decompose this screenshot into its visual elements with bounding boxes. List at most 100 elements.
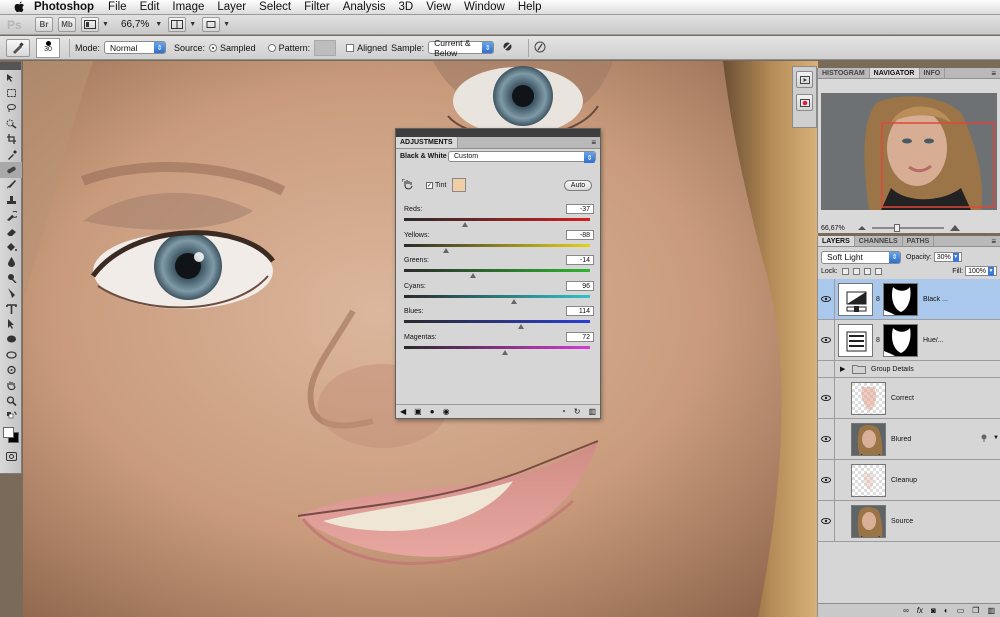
- layer-name[interactable]: Group Details: [871, 366, 914, 373]
- menu-file[interactable]: File: [108, 1, 127, 13]
- adjustment-thumbnail[interactable]: [838, 323, 873, 357]
- slider-track[interactable]: [404, 345, 590, 349]
- zoom-tool[interactable]: [0, 393, 22, 408]
- pattern-picker[interactable]: [314, 39, 337, 56]
- crop-tool[interactable]: [0, 132, 22, 147]
- clip-to-layer-icon[interactable]: ●: [430, 407, 435, 416]
- link-layers-icon[interactable]: ∞: [903, 606, 909, 615]
- menu-window[interactable]: Window: [464, 1, 505, 13]
- chevron-down-icon[interactable]: ▼: [102, 21, 109, 28]
- tool-preset-picker[interactable]: [6, 38, 30, 57]
- layer-row[interactable]: 8 Hue/...: [818, 320, 1000, 361]
- menu-layer[interactable]: Layer: [217, 1, 246, 13]
- tab-info[interactable]: INFO: [920, 68, 946, 78]
- visibility-eye-icon[interactable]: [818, 279, 835, 319]
- layer-group-row[interactable]: ▶ Group Details: [818, 361, 1000, 378]
- slider-value-field[interactable]: -37: [566, 204, 594, 214]
- expand-effects-icon[interactable]: ▼: [993, 435, 999, 441]
- menu-analysis[interactable]: Analysis: [343, 1, 386, 13]
- brush-picker[interactable]: 30: [36, 37, 60, 58]
- foreground-color-swatch[interactable]: [3, 426, 14, 438]
- disclosure-triangle-icon[interactable]: ▶: [840, 365, 848, 373]
- tab-channels[interactable]: CHANNELS: [855, 236, 903, 246]
- layer-thumbnail[interactable]: [851, 504, 886, 538]
- menu-3d[interactable]: 3D: [399, 1, 414, 13]
- back-arrow-icon[interactable]: ◀: [400, 407, 406, 416]
- apple-icon[interactable]: [12, 1, 26, 13]
- new-adjustment-icon[interactable]: ◐: [944, 606, 949, 615]
- visibility-eye-icon[interactable]: [818, 501, 835, 541]
- slider-handle[interactable]: [511, 298, 518, 304]
- bridge-button[interactable]: Br: [35, 17, 53, 32]
- expanded-view-icon[interactable]: ▣: [414, 407, 422, 416]
- sampled-radio[interactable]: [209, 43, 218, 52]
- actions-panel-button[interactable]: [796, 71, 813, 88]
- chain-link-icon[interactable]: 8: [875, 296, 881, 303]
- layer-mask-thumbnail[interactable]: [883, 323, 918, 357]
- chain-link-icon[interactable]: 8: [875, 337, 881, 344]
- slider-value-field[interactable]: 96: [566, 280, 594, 291]
- app-menu[interactable]: Photoshop: [34, 1, 94, 13]
- arrange-documents-button[interactable]: [168, 17, 187, 32]
- zoom-slider-handle[interactable]: [893, 224, 900, 232]
- aligned-checkbox[interactable]: [346, 43, 355, 52]
- mini-bridge-button[interactable]: Mb: [58, 17, 76, 32]
- brush-tool[interactable]: [0, 178, 22, 193]
- layer-name[interactable]: Correct: [891, 395, 914, 402]
- lock-transparency-icon[interactable]: [841, 267, 849, 275]
- chevron-down-icon[interactable]: ▼: [223, 21, 230, 28]
- mode-select[interactable]: Normal ⇕: [104, 41, 167, 54]
- reset-icon[interactable]: ↻: [574, 407, 581, 416]
- visibility-eye-icon[interactable]: [818, 419, 835, 459]
- tab-layers[interactable]: LAYERS: [818, 236, 855, 246]
- blend-mode-select[interactable]: Soft Light ⇕: [821, 250, 901, 264]
- 3d-orbit-tool[interactable]: [0, 362, 22, 377]
- pen-tool[interactable]: [0, 285, 22, 300]
- panel-menu-icon[interactable]: ≡: [991, 68, 996, 78]
- eraser-tool[interactable]: [0, 224, 22, 239]
- slider-handle[interactable]: [461, 222, 468, 227]
- chevron-down-icon[interactable]: ▼: [155, 21, 162, 28]
- add-mask-icon[interactable]: ◙: [931, 606, 936, 615]
- slider-value-field[interactable]: 72: [566, 331, 594, 342]
- navigator-zoom-value[interactable]: 66,67%: [821, 225, 845, 232]
- delete-layer-icon[interactable]: ▥: [987, 606, 995, 615]
- visibility-eye-icon[interactable]: [818, 378, 835, 418]
- slider-value-field[interactable]: 114: [566, 306, 594, 316]
- toggle-visibility-icon[interactable]: ◉: [443, 407, 450, 416]
- lock-all-icon[interactable]: [874, 267, 882, 275]
- color-swatches[interactable]: [0, 424, 22, 450]
- layer-thumbnail[interactable]: [851, 381, 886, 415]
- tab-paths[interactable]: PATHS: [903, 236, 935, 246]
- layer-thumbnail[interactable]: [851, 463, 886, 497]
- slider-track[interactable]: [404, 243, 590, 247]
- path-selection-tool[interactable]: [0, 316, 22, 331]
- layer-name[interactable]: Blured: [891, 436, 911, 443]
- adjustments-panel-titlebar[interactable]: [396, 129, 600, 137]
- view-extras-button[interactable]: [81, 17, 99, 32]
- slider-value-field[interactable]: -88: [566, 229, 594, 240]
- slider-track[interactable]: [404, 320, 590, 323]
- shape-tool[interactable]: [0, 332, 22, 347]
- navigator-zoom-slider[interactable]: [871, 224, 944, 232]
- opacity-field[interactable]: 30% ▼: [933, 252, 962, 262]
- visibility-eye-icon[interactable]: [818, 460, 835, 500]
- slider-handle[interactable]: [517, 324, 524, 329]
- ignore-adjustment-layers-icon[interactable]: [502, 41, 513, 54]
- adjustment-thumbnail[interactable]: [838, 282, 873, 316]
- slider-track[interactable]: [404, 218, 590, 221]
- fill-field[interactable]: 100% ▼: [965, 266, 997, 276]
- slider-value-field[interactable]: -14: [566, 255, 594, 265]
- targeted-adjustment-hand-icon[interactable]: [402, 179, 414, 191]
- blur-tool[interactable]: [0, 255, 22, 270]
- smart-filter-icon[interactable]: [980, 434, 988, 442]
- quick-selection-tool[interactable]: [0, 116, 22, 131]
- layer-row[interactable]: 8 Black ...: [818, 279, 1000, 320]
- layer-thumbnail[interactable]: [851, 422, 886, 456]
- new-layer-icon[interactable]: ❐: [972, 606, 979, 615]
- slider-handle[interactable]: [470, 273, 477, 278]
- lock-position-icon[interactable]: [863, 267, 871, 275]
- record-panel-button[interactable]: [796, 94, 813, 111]
- auto-button[interactable]: Auto: [564, 179, 592, 191]
- layer-name[interactable]: Source: [891, 518, 913, 525]
